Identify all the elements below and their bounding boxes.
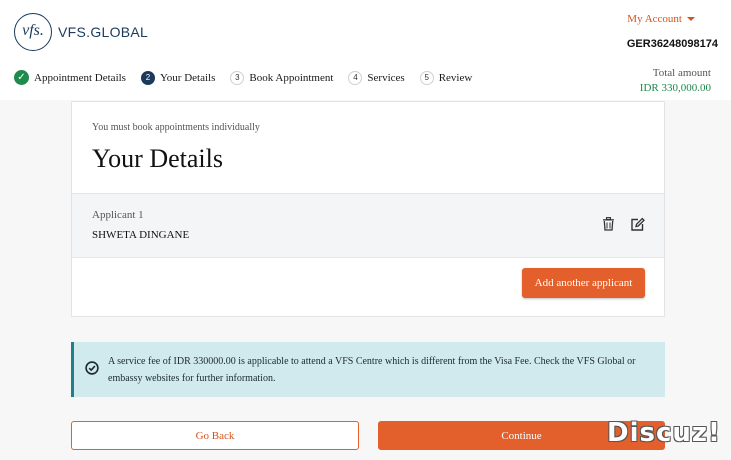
total-label: Total amount — [652, 67, 711, 79]
step-number: 5 — [419, 70, 434, 85]
total-amount-box: Total amount IDR 330,000.00 — [640, 67, 711, 94]
step-label: Appointment Details — [34, 71, 126, 84]
step-label: Book Appointment — [249, 71, 334, 84]
my-account-label: My Account — [627, 13, 682, 25]
step-number: 4 — [348, 70, 363, 85]
step-label: Review — [438, 71, 473, 84]
trash-icon[interactable] — [600, 216, 616, 232]
step-appointment-details[interactable]: ✓ Appointment Details — [14, 70, 126, 85]
edit-icon[interactable] — [629, 216, 645, 232]
vfs-logo-icon[interactable]: vfs. — [14, 13, 52, 51]
go-back-button[interactable]: Go Back — [71, 421, 359, 450]
step-book-appointment[interactable]: 3 Book Appointment — [230, 70, 334, 85]
check-icon: ✓ — [14, 70, 29, 85]
total-amount: IDR 330,000.00 — [639, 82, 711, 94]
applicant-name: SHWETA DINGANE — [92, 229, 190, 241]
step-services[interactable]: 4 Services — [348, 70, 405, 85]
step-number: 2 — [140, 70, 155, 85]
individual-booking-note: You must book appointments individually — [92, 122, 260, 133]
step-label: Your Details — [159, 71, 216, 84]
my-account-menu[interactable]: My Account — [627, 13, 695, 25]
step-review[interactable]: 5 Review — [419, 70, 473, 85]
service-fee-alert: A service fee of IDR 330000.00 is applic… — [71, 342, 665, 397]
brand-name: VFS.GLOBAL — [58, 24, 149, 40]
caret-down-icon — [687, 17, 695, 22]
service-fee-text: A service fee of IDR 330000.00 is applic… — [108, 356, 636, 384]
header: vfs. VFS.GLOBAL My Account GER3624809817… — [0, 0, 731, 100]
watermark: Discuz! — [607, 418, 721, 448]
details-card: You must book appointments individually … — [71, 101, 665, 317]
progress-steps: ✓ Appointment Details 2 Your Details 3 B… — [14, 70, 487, 85]
add-applicant-button[interactable]: Add another applicant — [522, 268, 645, 298]
applicant-row: Applicant 1 SHWETA DINGANE — [72, 193, 664, 258]
step-label: Services — [367, 71, 405, 84]
applicant-label: Applicant 1 — [92, 209, 144, 221]
step-your-details[interactable]: 2 Your Details — [140, 70, 216, 85]
step-number: 3 — [230, 70, 245, 85]
reference-number: GER36248098174 — [626, 38, 718, 50]
page-title: Your Details — [92, 144, 223, 173]
check-circle-icon — [85, 361, 99, 375]
logo-mark: vfs. — [22, 22, 44, 39]
